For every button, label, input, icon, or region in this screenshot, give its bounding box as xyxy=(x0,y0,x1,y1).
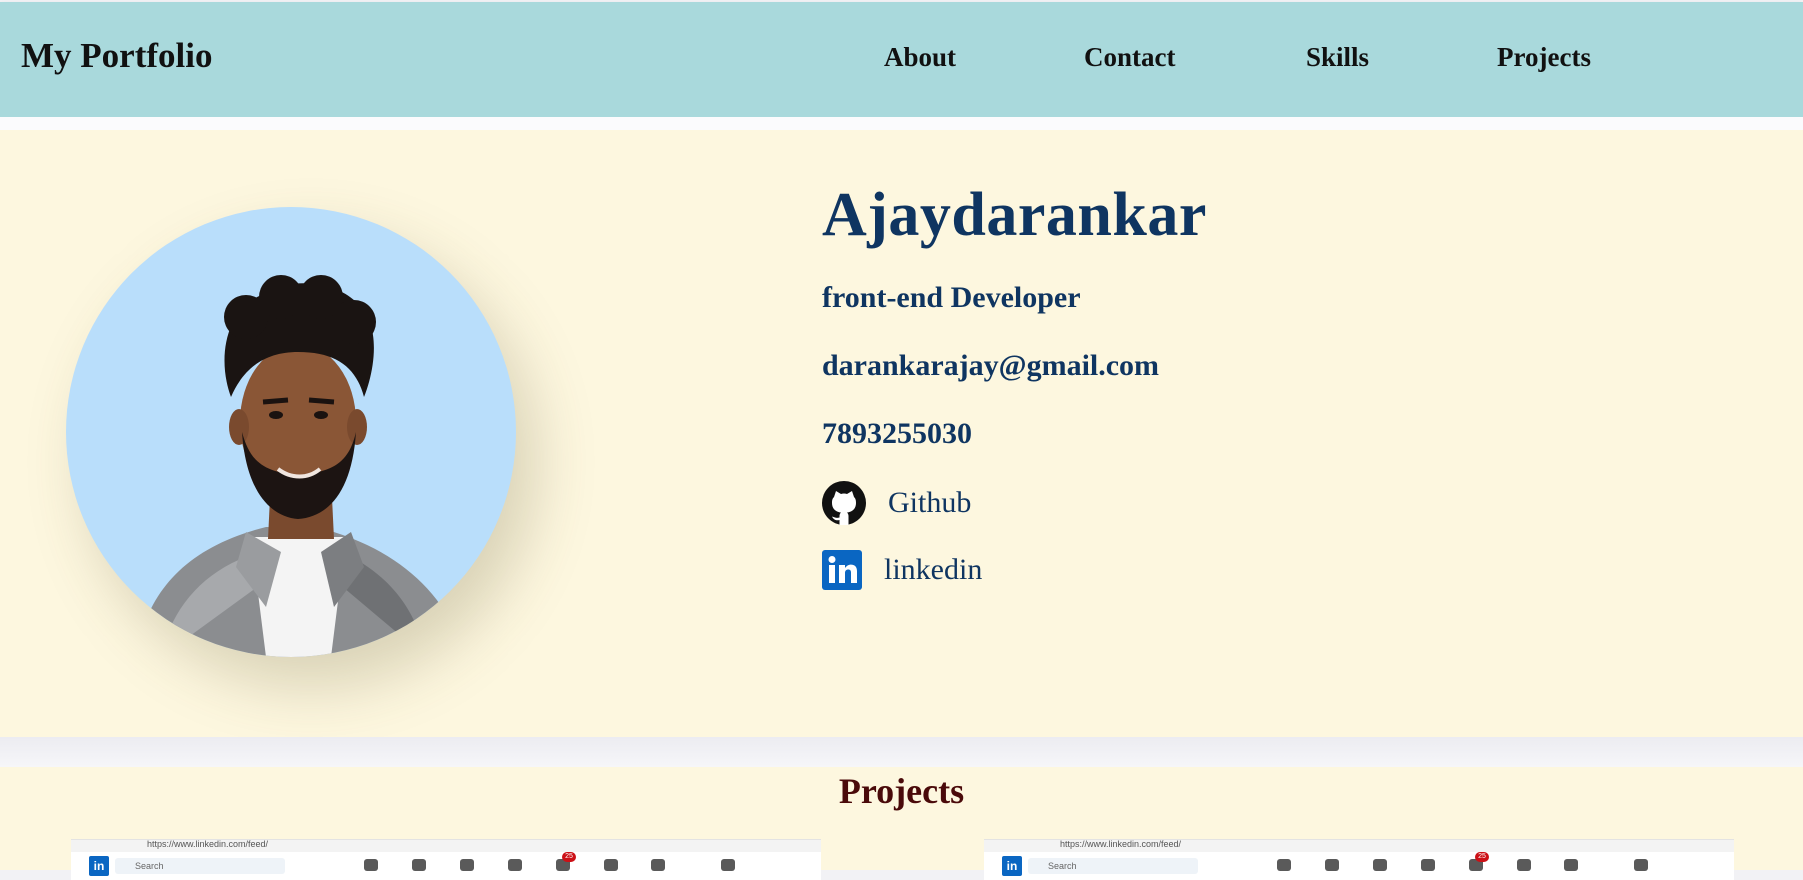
jobs-icon xyxy=(460,859,474,871)
section-divider xyxy=(0,737,1803,767)
thumbnail-search: Search xyxy=(1028,858,1198,874)
person-portrait-icon xyxy=(136,275,466,657)
hero-phone[interactable]: 7893255030 xyxy=(822,417,972,451)
nav-link-about[interactable]: About xyxy=(884,42,956,73)
hero-role: front-end Developer xyxy=(822,281,1081,314)
hero-section: Ajaydarankar front-end Developer daranka… xyxy=(0,130,1803,737)
messaging-icon xyxy=(1421,859,1435,871)
avatar-icon xyxy=(1517,859,1531,871)
linkedin-link[interactable]: linkedin xyxy=(822,550,982,590)
github-icon xyxy=(822,481,866,525)
messaging-icon xyxy=(508,859,522,871)
home-icon xyxy=(1277,859,1291,871)
avatar-icon xyxy=(604,859,618,871)
section-divider xyxy=(0,117,1803,130)
nav-link-skills[interactable]: Skills xyxy=(1306,42,1369,73)
hero-email[interactable]: darankarajay@gmail.com xyxy=(822,349,1159,383)
thumbnail-url: https://www.linkedin.com/feed/ xyxy=(147,839,269,849)
network-icon xyxy=(1325,859,1339,871)
apps-grid-icon xyxy=(651,859,665,871)
linkedin-logo-icon: in xyxy=(1002,856,1022,876)
brand-title[interactable]: My Portfolio xyxy=(21,36,212,76)
linkedin-logo-icon: in xyxy=(89,856,109,876)
nav-link-projects[interactable]: Projects xyxy=(1497,42,1591,73)
premium-icon xyxy=(721,859,735,871)
projects-title: Projects xyxy=(838,771,965,811)
nav-link-contact[interactable]: Contact xyxy=(1084,42,1175,73)
hero-name: Ajaydarankar xyxy=(822,181,1207,249)
network-icon xyxy=(412,859,426,871)
project-thumbnail[interactable]: https://www.linkedin.com/feed/ in Search… xyxy=(71,839,821,880)
notification-badge: 25 xyxy=(562,852,576,862)
projects-section: Projects https://www.linkedin.com/feed/ … xyxy=(0,767,1803,880)
home-icon xyxy=(364,859,378,871)
linkedin-icon xyxy=(822,550,862,590)
thumbnail-search: Search xyxy=(115,858,285,874)
navbar: My Portfolio About Contact Skills Projec… xyxy=(0,2,1803,117)
project-thumbnail[interactable]: https://www.linkedin.com/feed/ in Search… xyxy=(984,839,1734,880)
thumbnail-url: https://www.linkedin.com/feed/ xyxy=(1060,839,1182,849)
premium-icon xyxy=(1634,859,1648,871)
jobs-icon xyxy=(1373,859,1387,871)
github-link[interactable]: Github xyxy=(822,481,971,525)
notification-badge: 25 xyxy=(1475,852,1489,862)
apps-grid-icon xyxy=(1564,859,1578,871)
linkedin-label[interactable]: linkedin xyxy=(884,553,982,587)
github-label[interactable]: Github xyxy=(888,486,971,520)
profile-photo xyxy=(66,207,516,657)
